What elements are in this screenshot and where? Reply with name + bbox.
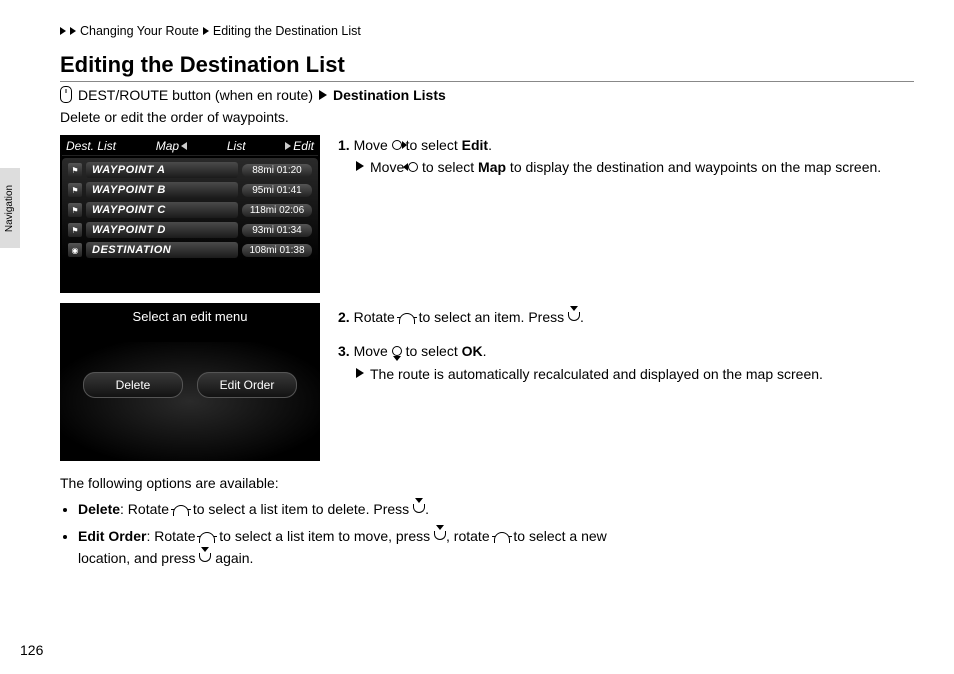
rotate-dial-icon bbox=[494, 532, 510, 543]
move-down-icon bbox=[392, 346, 402, 356]
waypoint-row: ⚑ WAYPOINT B 95mi 01:41 bbox=[68, 182, 312, 198]
nav-path-button: DEST/ROUTE button (when en route) bbox=[78, 87, 313, 103]
intro-text: Delete or edit the order of waypoints. bbox=[60, 109, 914, 125]
tab-edit: Edit bbox=[285, 139, 314, 153]
side-tab-navigation: Navigation bbox=[0, 168, 20, 248]
option-edit-order: Edit Order: Rotate to select a list item… bbox=[78, 526, 620, 569]
flag-icon: ⚑ bbox=[68, 163, 82, 177]
screen-title: Select an edit menu bbox=[60, 303, 320, 342]
step-2: 2. Rotate to select an item. Press . bbox=[338, 307, 914, 327]
flag-icon: ⚑ bbox=[68, 223, 82, 237]
rotate-dial-icon bbox=[399, 313, 415, 324]
rotate-dial-icon bbox=[199, 532, 215, 543]
tab-map: Map bbox=[156, 139, 187, 153]
press-down-icon bbox=[568, 312, 580, 321]
breadcrumb-item: Changing Your Route bbox=[80, 24, 199, 38]
waypoint-name: DESTINATION bbox=[86, 242, 238, 258]
screenshot-edit-menu: Select an edit menu Delete Edit Order bbox=[60, 303, 320, 461]
waypoint-distance: 93mi 01:34 bbox=[242, 224, 312, 237]
manual-page: Changing Your Route Editing the Destinat… bbox=[0, 0, 954, 596]
waypoint-distance: 118mi 02:06 bbox=[242, 204, 312, 217]
rotate-dial-icon bbox=[173, 505, 189, 516]
triangle-right-icon bbox=[285, 142, 291, 150]
edit-order-option: Edit Order bbox=[197, 372, 297, 398]
press-down-icon bbox=[434, 531, 446, 540]
waypoint-row: ◉ DESTINATION 108mi 01:38 bbox=[68, 242, 312, 258]
triangle-left-icon bbox=[181, 142, 187, 150]
options-lead: The following options are available: bbox=[60, 473, 620, 495]
nav-path: DEST/ROUTE button (when en route) Destin… bbox=[60, 86, 914, 103]
screen-title: Dest. List bbox=[66, 139, 116, 153]
flag-icon: ⚑ bbox=[68, 203, 82, 217]
waypoint-name: WAYPOINT B bbox=[86, 182, 238, 198]
waypoint-name: WAYPOINT D bbox=[86, 222, 238, 238]
breadcrumb: Changing Your Route Editing the Destinat… bbox=[60, 24, 914, 38]
options-section: The following options are available: Del… bbox=[60, 473, 620, 570]
chevron-right-icon bbox=[203, 27, 209, 35]
option-delete: Delete: Rotate to select a list item to … bbox=[78, 499, 620, 521]
triangle-right-icon bbox=[356, 368, 364, 378]
waypoint-distance: 108mi 01:38 bbox=[242, 244, 312, 257]
waypoint-distance: 95mi 01:41 bbox=[242, 184, 312, 197]
breadcrumb-item: Editing the Destination List bbox=[213, 24, 361, 38]
page-number: 126 bbox=[20, 642, 43, 658]
selector-icon bbox=[60, 86, 72, 103]
step-1: 1. Move to select Edit. Move to select M… bbox=[338, 135, 914, 293]
chevron-right-icon bbox=[319, 90, 327, 100]
screenshot-dest-list: Dest. List Map List Edit ⚑ WAYPOINT A 88… bbox=[60, 135, 320, 293]
waypoint-row: ⚑ WAYPOINT C 118mi 02:06 bbox=[68, 202, 312, 218]
delete-option: Delete bbox=[83, 372, 183, 398]
waypoint-name: WAYPOINT A bbox=[86, 162, 238, 178]
triangle-right-icon bbox=[356, 161, 364, 171]
move-left-icon bbox=[408, 162, 418, 172]
target-icon: ◉ bbox=[68, 243, 82, 257]
press-down-icon bbox=[199, 553, 211, 562]
chevron-right-icon bbox=[70, 27, 76, 35]
press-down-icon bbox=[413, 504, 425, 513]
flag-icon: ⚑ bbox=[68, 183, 82, 197]
chevron-right-icon bbox=[60, 27, 66, 35]
waypoint-row: ⚑ WAYPOINT D 93mi 01:34 bbox=[68, 222, 312, 238]
waypoint-distance: 88mi 01:20 bbox=[242, 164, 312, 177]
page-title: Editing the Destination List bbox=[60, 52, 914, 82]
tab-list: List bbox=[227, 139, 246, 153]
move-right-icon bbox=[392, 140, 402, 150]
step-3: 3. Move to select OK. The route is autom… bbox=[338, 341, 914, 384]
nav-path-end: Destination Lists bbox=[333, 87, 446, 103]
waypoint-name: WAYPOINT C bbox=[86, 202, 238, 218]
waypoint-row: ⚑ WAYPOINT A 88mi 01:20 bbox=[68, 162, 312, 178]
